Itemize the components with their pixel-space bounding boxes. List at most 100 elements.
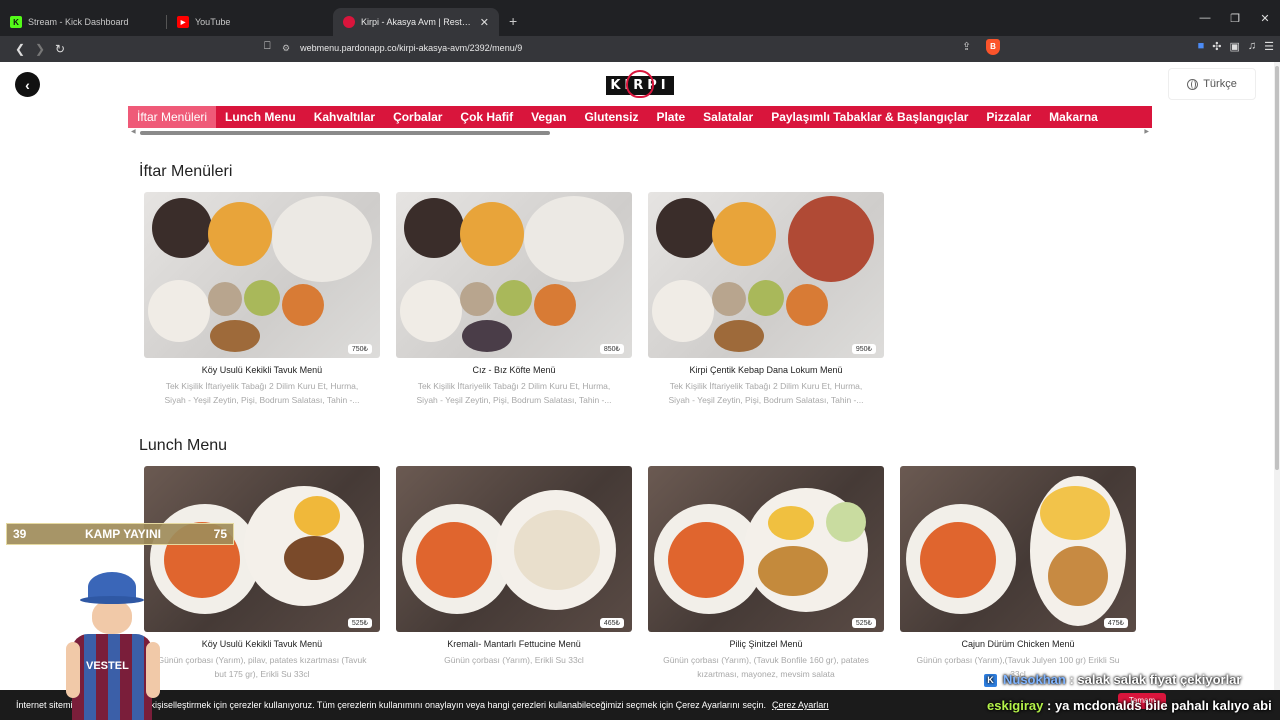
youtube-icon: ▶ — [177, 16, 189, 28]
site-info-icon[interactable]: ⚙ — [282, 43, 290, 54]
menu-item-image[interactable]: 750₺ — [144, 192, 380, 358]
forward-nav-icon[interactable]: ❯ — [30, 42, 50, 56]
category-tab[interactable]: Çok Hafif — [451, 106, 522, 128]
food-dish — [272, 196, 372, 282]
food-dish — [460, 202, 524, 266]
menu-item-description: Günün çorbası (Yarım), (Tavuk Bonfile 16… — [663, 655, 869, 679]
category-tab[interactable]: Vegan — [522, 106, 575, 128]
food-dish — [400, 280, 462, 342]
scroll-left-icon[interactable]: ◀ — [131, 128, 136, 135]
food-dish — [1040, 486, 1110, 540]
cookie-settings-link[interactable]: Çerez Ayarları — [772, 700, 829, 710]
food-dish — [768, 506, 814, 540]
minimize-icon[interactable]: — — [1190, 12, 1220, 24]
tab-kirpi-menu[interactable]: Kirpi - Akasya Avm | Restaurant ... ✕ — [333, 8, 499, 36]
brave-shield-icon[interactable]: B — [986, 39, 1000, 55]
reload-icon[interactable]: ↻ — [50, 42, 70, 56]
share-icon[interactable]: ⇪ — [962, 40, 971, 53]
category-scrollbar[interactable]: ◀ ▶ — [128, 128, 1152, 136]
menu-item-card[interactable]: 750₺ Köy Usulü Kekikli Tavuk Menü Tek Kişi… — [144, 192, 380, 407]
tab-label: Kirpi - Akasya Avm | Restaurant ... — [361, 17, 474, 27]
category-tab[interactable]: Çorbalar — [384, 106, 451, 128]
kick-icon: K — [10, 16, 22, 28]
extension-icon[interactable]: ■ — [1198, 40, 1205, 53]
category-tab[interactable]: Salatalar — [694, 106, 762, 128]
chat-text: : ya mcdonalds bile pahalı kalıyo abi — [1047, 698, 1272, 713]
tab-label: YouTube — [195, 17, 231, 27]
category-tab[interactable]: İftar Menüleri — [128, 106, 217, 128]
page-scrollbar[interactable] — [1274, 62, 1280, 720]
close-tab-icon[interactable]: ✕ — [480, 16, 489, 29]
food-dish — [208, 202, 272, 266]
category-tab[interactable]: Kahvaltılar — [305, 106, 384, 128]
menu-item-image[interactable]: 525₺ — [144, 466, 380, 632]
menu-item-description: Günün çorbası (Yarım), pilav, patates kı… — [157, 655, 367, 679]
scroll-thumb[interactable] — [140, 131, 550, 135]
food-dish — [920, 522, 996, 598]
menu-item-name: Cız - Bız Köfte Menü — [472, 365, 556, 375]
tab-label: Stream - Kick Dashboard — [28, 17, 129, 27]
language-label: Türkçe — [1203, 78, 1237, 90]
chat-message: K Nusokhan : salak salak fiyat çekiyorlar — [984, 672, 1241, 687]
category-tab[interactable]: Makarna — [1040, 106, 1107, 128]
back-nav-icon[interactable]: ❮ — [10, 42, 30, 56]
puzzle-icon[interactable]: ✣ — [1212, 40, 1221, 53]
menu-item-card[interactable]: 475₺ Cajun Dürüm Chicken Menü Günün çorbas… — [900, 466, 1136, 681]
price-badge: 850₺ — [599, 344, 624, 354]
menu-item-name: Cajun Dürüm Chicken Menü — [961, 639, 1075, 649]
tab-youtube[interactable]: ▶ YouTube — [167, 8, 333, 36]
page-scroll-thumb[interactable] — [1275, 66, 1279, 470]
menu-item-description: Tek Kişilik İftariyelik Tabağı 2 Dilim K… — [668, 381, 864, 405]
address-bar[interactable]: ⚙ webmenu.pardonapp.co/kirpi-akasya-avm/… — [282, 37, 1002, 59]
food-dish — [656, 198, 716, 258]
kick-chat-icon: K — [984, 674, 997, 687]
category-tab[interactable]: Plate — [647, 106, 694, 128]
category-tab[interactable]: Glutensiz — [575, 106, 647, 128]
menu-item-name: Kremalı- Mantarlı Fettucine Menü — [447, 639, 581, 649]
food-dish — [460, 282, 494, 316]
close-window-icon[interactable]: ✕ — [1250, 12, 1280, 25]
menu-item-description: Günün çorbası (Yarım), Erikli Su 33cl — [444, 655, 584, 665]
chat-overlay: K Nusokhan : salak salak fiyat çekiyorlar… — [978, 670, 1280, 720]
menu-item-image[interactable]: 465₺ — [396, 466, 632, 632]
section-title-lunch: Lunch Menu — [139, 437, 228, 454]
sidebar-icon[interactable]: ▣ — [1229, 40, 1239, 53]
menu-item-card[interactable]: 850₺ Cız - Bız Köfte Menü Tek Kişilik İfta… — [396, 192, 632, 407]
menu-item-image[interactable]: 475₺ — [900, 466, 1136, 632]
food-dish — [416, 522, 492, 598]
new-tab-button[interactable]: + — [509, 13, 517, 29]
scroll-right-icon[interactable]: ▶ — [1144, 128, 1149, 135]
menu-item-card[interactable]: 525₺ Piliç Şinitzel Menü Günün çorbası (Ya… — [648, 466, 884, 681]
menu-item-image[interactable]: 850₺ — [396, 192, 632, 358]
chat-username: Nusokhan — [1003, 672, 1066, 687]
menu-item-image[interactable]: 950₺ — [648, 192, 884, 358]
banner-right-number: 75 — [213, 527, 227, 541]
food-dish — [786, 284, 828, 326]
back-button[interactable]: ‹ — [15, 72, 40, 97]
tab-kick-dashboard[interactable]: K Stream - Kick Dashboard — [0, 8, 166, 36]
menu-icon[interactable]: ☰ — [1264, 40, 1274, 53]
food-dish — [748, 280, 784, 316]
restore-icon[interactable]: ❐ — [1220, 12, 1250, 25]
category-tab[interactable]: Lunch Menu — [216, 106, 305, 128]
banner-title: KAMP YAYINI — [84, 527, 162, 541]
bookmark-icon[interactable]: ⎕ — [264, 40, 271, 53]
food-dish — [1048, 546, 1108, 606]
food-dish — [652, 280, 714, 342]
menu-item-image[interactable]: 525₺ — [648, 466, 884, 632]
menu-item-card[interactable]: 525₺ Köy Usulü Kekikli Tavuk Menü Günün ço… — [144, 466, 380, 681]
language-selector[interactable]: Türkçe — [1168, 68, 1256, 100]
menu-item-card[interactable]: 465₺ Kremalı- Mantarlı Fettucine Menü Günü… — [396, 466, 632, 681]
food-dish — [152, 198, 212, 258]
menu-item-card[interactable]: 950₺ Kirpi Çentik Kebap Dana Lokum Menü Te… — [648, 192, 884, 407]
food-dish — [404, 198, 464, 258]
food-dish — [462, 320, 512, 352]
music-icon[interactable]: ♫ — [1248, 40, 1256, 53]
chat-text: : salak salak fiyat çekiyorlar — [1069, 672, 1242, 687]
food-dish — [244, 280, 280, 316]
price-badge: 950₺ — [851, 344, 876, 354]
category-tab[interactable]: Paylaşımlı Tabaklar & Başlangıçlar — [762, 106, 977, 128]
price-badge: 525₺ — [851, 618, 876, 628]
category-tab[interactable]: Pizzalar — [977, 106, 1040, 128]
price-badge: 750₺ — [347, 344, 372, 354]
